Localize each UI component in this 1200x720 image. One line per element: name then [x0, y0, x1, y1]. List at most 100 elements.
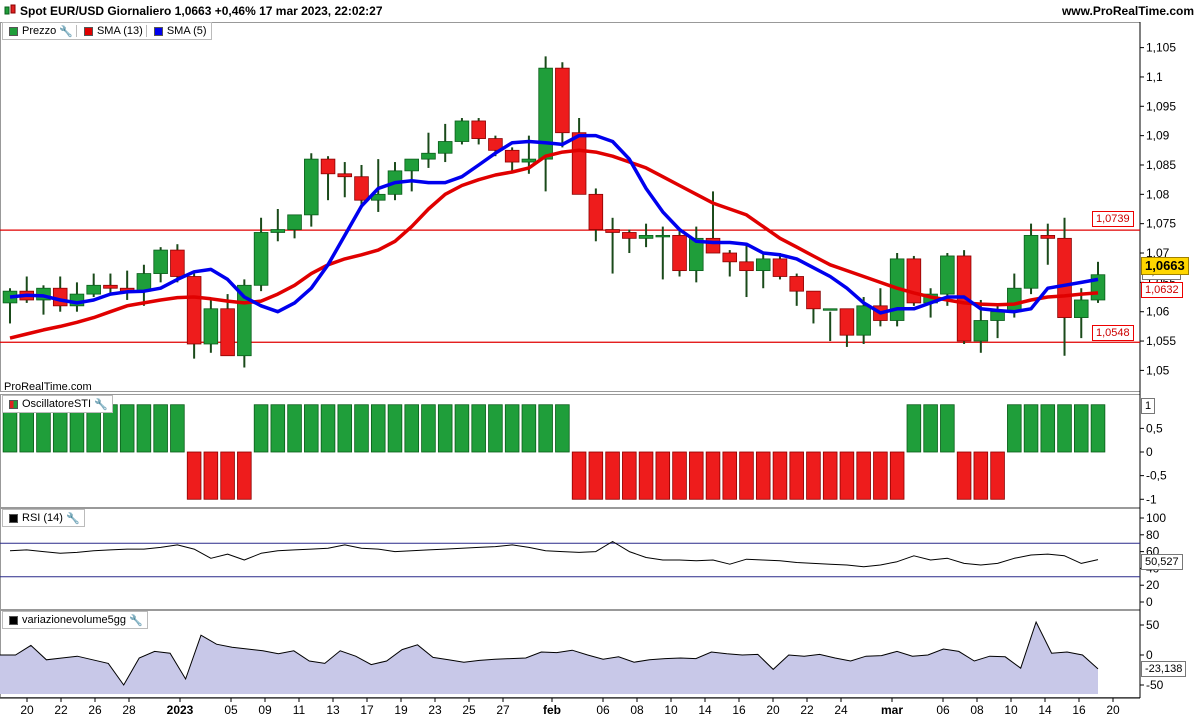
- price-tick-label: 1,105: [1146, 41, 1176, 55]
- sti-bar-positive: [354, 404, 369, 453]
- x-axis-label: 16: [1072, 703, 1086, 717]
- rsi-tick-label: 100: [1146, 511, 1166, 525]
- sma5-line: [9, 133, 1099, 315]
- candle-up: [973, 320, 989, 342]
- sti-bar-negative: [186, 451, 202, 500]
- candle-up: [86, 284, 101, 295]
- sti-bar-positive: [1057, 404, 1072, 453]
- sti-bar-positive: [370, 404, 386, 453]
- candle-down: [588, 193, 604, 230]
- x-axis-label: 11: [293, 703, 306, 717]
- candle-down: [103, 284, 118, 289]
- price-legend[interactable]: Prezzo 🔧 SMA (13) SMA (5): [2, 22, 212, 40]
- sti-legend[interactable]: OscillatoreSTI 🔧: [2, 395, 113, 413]
- sti-bar-negative: [839, 451, 855, 500]
- sti-bar-positive: [387, 404, 403, 453]
- candle-up: [822, 308, 838, 311]
- candle-up: [521, 158, 537, 163]
- sti-bar-positive: [538, 404, 553, 453]
- x-axis-label: 10: [1004, 703, 1018, 717]
- sti-tick-label: 0: [1146, 445, 1153, 459]
- sti-bar-negative: [806, 451, 821, 500]
- x-axis-label: feb: [543, 703, 561, 717]
- legend-sma13-swatch: [83, 26, 93, 36]
- sti-bar-positive: [1023, 404, 1039, 453]
- candle-down: [772, 258, 788, 277]
- sti-bar-positive: [270, 404, 286, 453]
- candle-down: [571, 132, 587, 195]
- price-tick-label: 1,1: [1146, 70, 1163, 84]
- x-axis-label: 20: [20, 703, 34, 717]
- legend-sti-label: OscillatoreSTI: [22, 398, 92, 410]
- candle-up: [421, 152, 436, 160]
- candle-down: [555, 67, 570, 134]
- wrench-icon[interactable]: 🔧: [94, 398, 108, 411]
- vol-area: [0, 622, 1098, 694]
- sti-bar-positive: [555, 404, 570, 453]
- candle-down: [622, 232, 637, 239]
- vol-legend[interactable]: variazionevolume5gg 🔧: [2, 611, 148, 629]
- candle-up: [304, 158, 319, 216]
- wrench-icon[interactable]: 🔧: [66, 512, 80, 525]
- sti-bar-negative: [789, 451, 804, 500]
- sti-bar-negative: [705, 451, 721, 500]
- candle-up: [1007, 287, 1022, 313]
- sti-bar-negative: [873, 451, 888, 500]
- x-axis-label: 16: [732, 703, 746, 717]
- histogram-icon: [9, 399, 18, 409]
- sti-bar-positive: [136, 404, 152, 453]
- sti-bar-positive: [119, 404, 135, 453]
- candle-up: [253, 232, 269, 286]
- price-tick-label: 1,055: [1146, 334, 1176, 348]
- candle-down: [220, 308, 235, 357]
- sti-bar-negative: [203, 451, 219, 500]
- sti-bar-negative: [856, 451, 871, 500]
- legend-sma5-swatch: [153, 26, 163, 36]
- candle-down: [504, 149, 520, 163]
- candle-down: [789, 276, 804, 292]
- sti-bar-positive: [923, 404, 938, 453]
- candle-down: [1040, 235, 1056, 239]
- candle-down: [186, 276, 202, 345]
- candle-up: [755, 258, 771, 272]
- sti-bar-positive: [287, 404, 302, 453]
- sti-bar-positive: [488, 404, 503, 453]
- x-axis-label: mar: [881, 703, 903, 717]
- sti-bar-positive: [1090, 404, 1106, 453]
- candle-down: [806, 290, 821, 310]
- price-tick-label: 1,08: [1146, 187, 1170, 201]
- rsi-tick-label: 20: [1146, 578, 1160, 592]
- candle-up: [437, 141, 453, 154]
- candle-down: [1057, 237, 1072, 318]
- sti-bar-positive: [337, 404, 353, 453]
- candle-down: [605, 229, 620, 233]
- sti-bar-negative: [739, 451, 754, 500]
- sti-bar-negative: [689, 451, 704, 500]
- price-tick-label: 1,06: [1146, 305, 1170, 319]
- candle-up: [655, 235, 671, 238]
- sti-bar-positive: [471, 404, 486, 453]
- vol-tick-label: 0: [1146, 648, 1153, 662]
- sti-bar-negative: [822, 451, 838, 500]
- x-axis-label: 17: [360, 703, 374, 717]
- legend-rsi-label: RSI (14): [22, 512, 63, 524]
- rsi-legend[interactable]: RSI (14) 🔧: [2, 509, 85, 527]
- x-axis-label: 2023: [167, 703, 194, 717]
- chart-canvas[interactable]: 1,1051,11,0951,091,0851,081,0751,071,065…: [0, 0, 1200, 720]
- wrench-icon[interactable]: 🔧: [59, 25, 73, 38]
- x-axis-label: 06: [596, 703, 610, 717]
- sti-bar-negative: [571, 451, 587, 500]
- wrench-icon[interactable]: 🔧: [129, 614, 143, 627]
- candle-up: [856, 305, 871, 336]
- sti-bar-negative: [990, 451, 1005, 500]
- rsi-tick-label: 80: [1146, 528, 1160, 542]
- sti-bar-positive: [304, 404, 319, 453]
- x-axis-label: 25: [462, 703, 476, 717]
- x-axis-label: 10: [664, 703, 678, 717]
- candle-up: [203, 308, 219, 345]
- x-axis-label: 22: [54, 703, 68, 717]
- sti-bar-negative: [889, 451, 905, 500]
- sti-bar-positive: [153, 404, 168, 453]
- sti-bar-positive: [1073, 404, 1089, 453]
- vol-tick-label: -50: [1146, 678, 1164, 692]
